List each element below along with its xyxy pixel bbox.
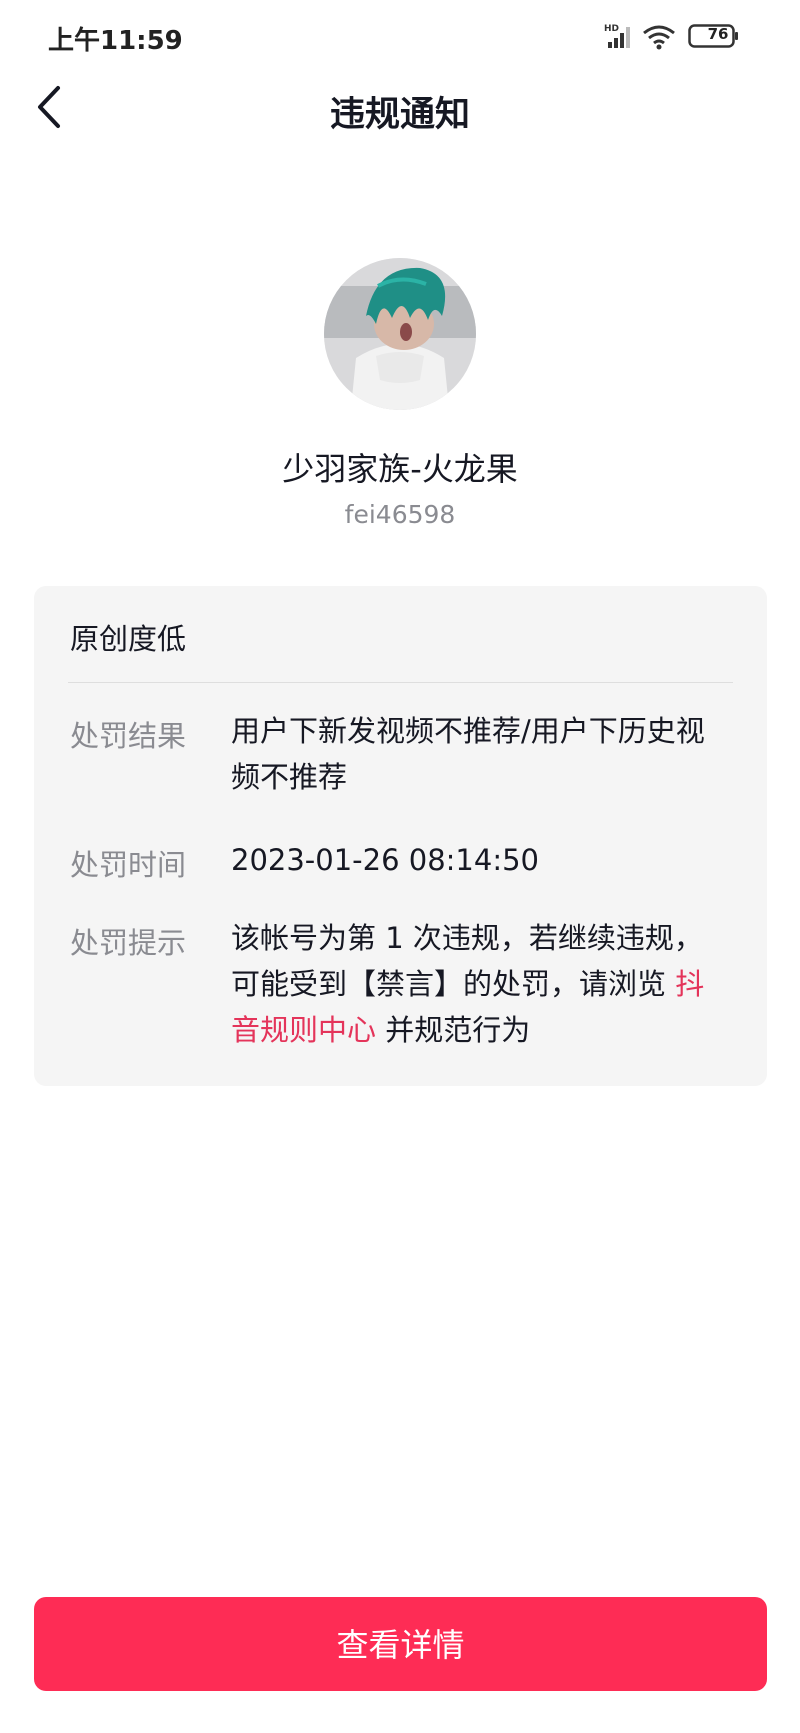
penalty-hint-text: 该帐号为第 1 次违规，若继续违规，可能受到【禁言】的处罚，请浏览 <box>231 921 703 1001</box>
violation-card: 原创度低 处罚结果 用户下新发视频不推荐/用户下历史视频不推荐 处罚时间 202… <box>34 586 767 1086</box>
violation-reason: 原创度低 <box>70 622 187 656</box>
status-bar: 上午11:59 HD 76 <box>0 0 800 72</box>
divider <box>68 682 733 683</box>
view-details-button[interactable]: 查看详情 <box>34 1597 767 1691</box>
user-id: fei46598 <box>344 500 456 529</box>
penalty-hint-label: 处罚提示 <box>70 926 187 960</box>
status-time: 上午11:59 <box>48 26 183 56</box>
wifi-icon <box>643 25 675 50</box>
network-type-label: HD <box>604 24 619 34</box>
battery-level: 76 <box>707 25 729 43</box>
penalty-time-value: 2023-01-26 08:14:50 <box>231 843 539 877</box>
avatar <box>324 258 476 410</box>
status-icons: HD 76 <box>604 22 754 52</box>
penalty-result-label: 处罚结果 <box>70 719 187 753</box>
penalty-time-label: 处罚时间 <box>70 848 187 882</box>
user-name: 少羽家族-火龙果 <box>282 450 518 488</box>
nav-bar: 违规通知 <box>0 72 800 142</box>
avatar-image <box>324 258 476 410</box>
penalty-result-value: 用户下新发视频不推荐/用户下历史视频不推荐 <box>231 714 705 794</box>
penalty-hint-value: 该帐号为第 1 次违规，若继续违规，可能受到【禁言】的处罚，请浏览 抖音规则中心… <box>231 915 731 1053</box>
page-title: 违规通知 <box>329 95 470 135</box>
cellular-signal-icon: HD <box>604 24 630 48</box>
penalty-hint-text-end: 并规范行为 <box>376 1013 531 1047</box>
